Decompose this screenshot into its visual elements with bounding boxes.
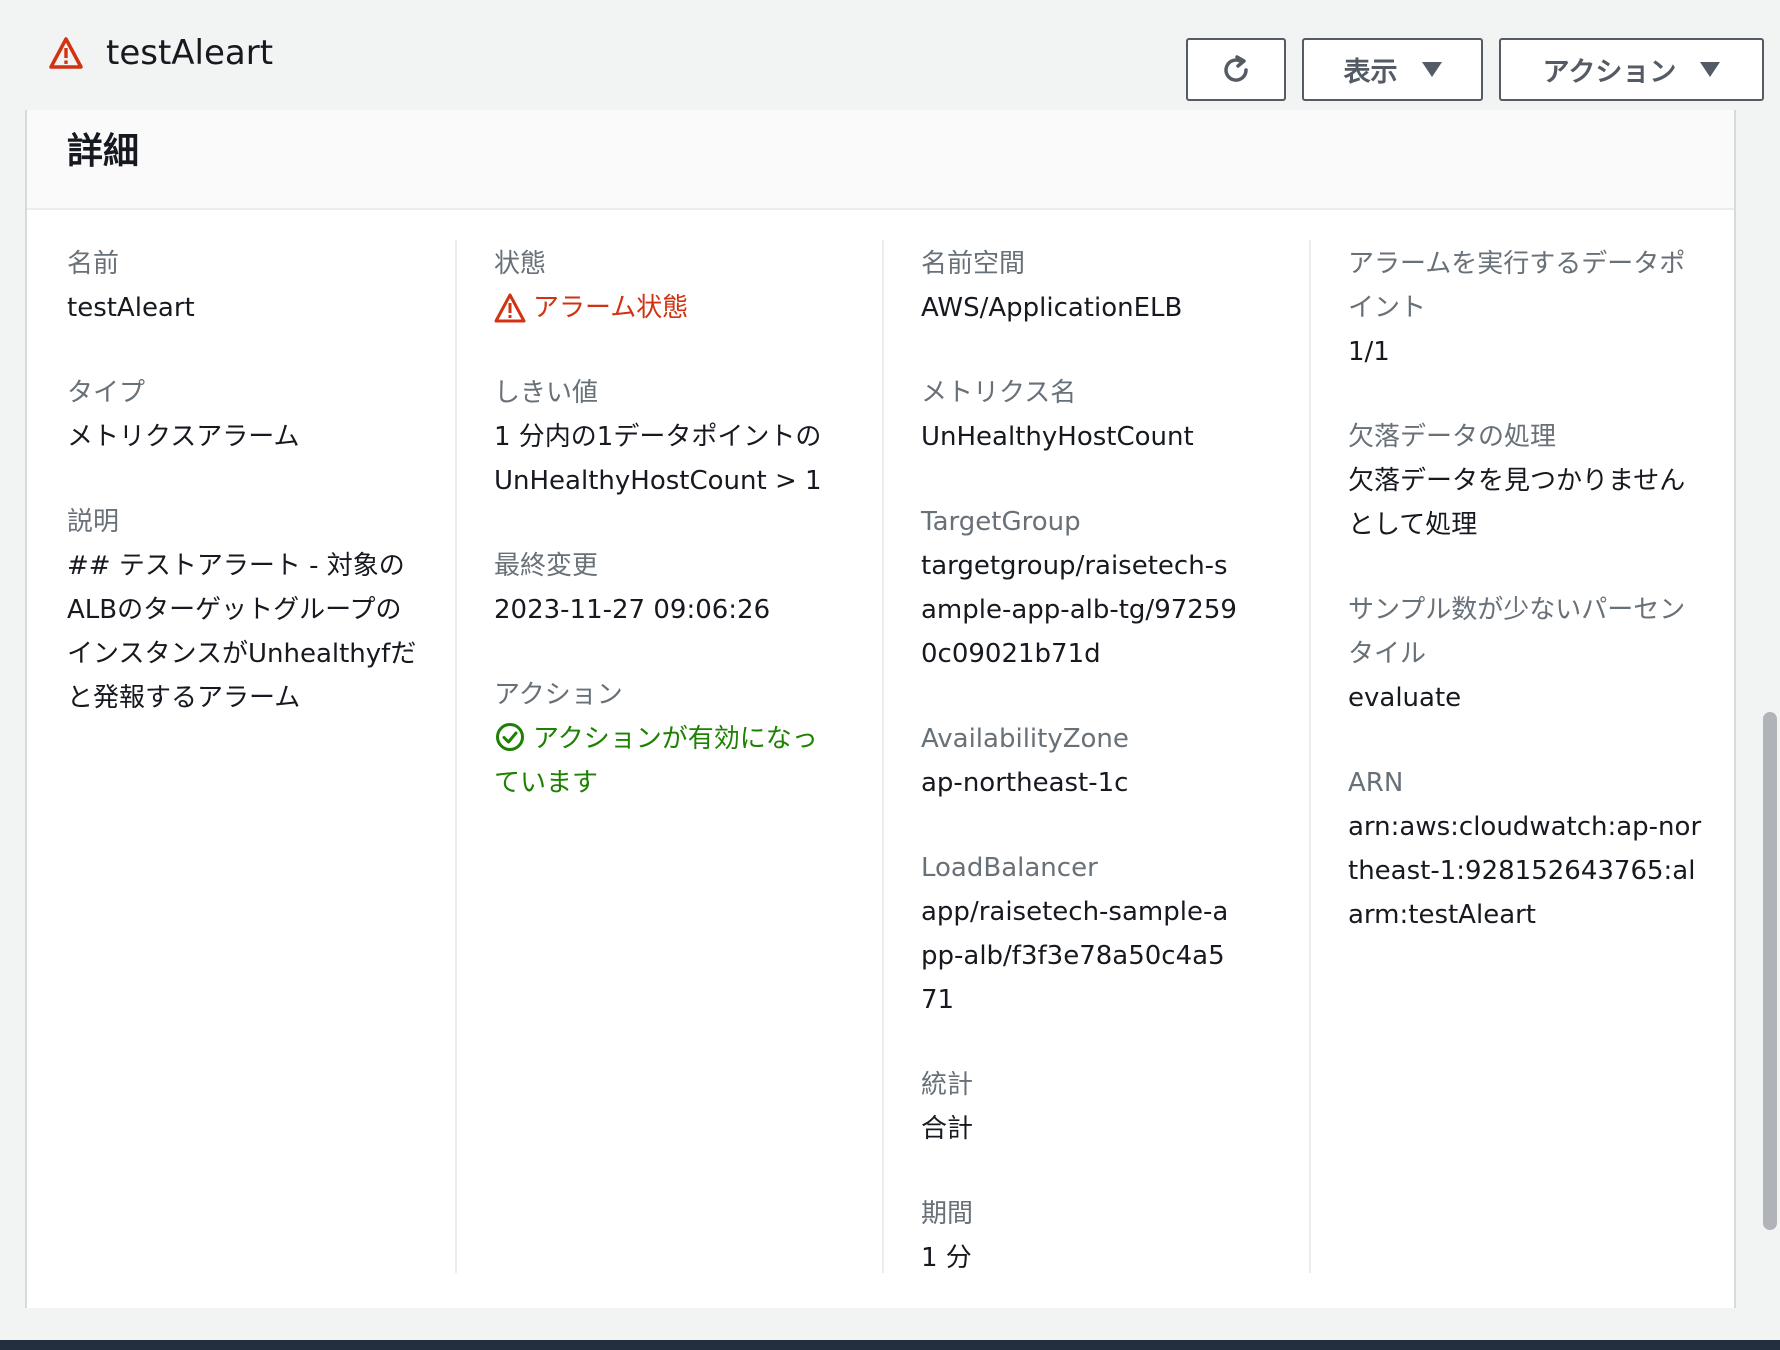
warning-icon <box>494 293 526 323</box>
field-value: 1 分 <box>921 1243 972 1273</box>
field-label: 統計 <box>921 1070 974 1100</box>
field-actions: アクション アクションが有効になっています <box>494 673 894 805</box>
warning-icon <box>49 37 83 69</box>
field-label: 最終変更 <box>494 551 599 581</box>
field-value: testAleart <box>67 293 195 323</box>
field-label: ARN <box>1348 768 1404 798</box>
actions-enabled-text: アクションが有効になっています <box>494 724 818 798</box>
field-metric-name: メトリクス名 UnHealthyHostCount <box>921 371 1321 459</box>
field-label: しきい値 <box>494 378 599 408</box>
field-type: タイプ メトリクスアラーム <box>67 371 467 459</box>
field-value: ## テストアラート - 対象のALBのターゲットグループのインスタンスがUnh… <box>67 551 417 713</box>
field-value: AWS/ApplicationELB <box>921 293 1183 323</box>
details-panel-header: 詳細 <box>27 110 1734 210</box>
alarm-detail-page: testAleart 表示 アクション 詳細 名前 testAleart タイプ… <box>0 0 1780 1350</box>
bottom-edge-bar <box>0 1340 1780 1350</box>
field-label: 名前 <box>67 249 120 279</box>
field-label: メトリクス名 <box>921 378 1077 408</box>
page-title: testAleart <box>106 33 274 73</box>
view-dropdown-button[interactable]: 表示 <box>1302 38 1483 101</box>
field-value: evaluate <box>1348 683 1462 713</box>
field-value: 欠落データを見つかりませんとして処理 <box>1348 466 1686 540</box>
alarm-status: アラーム状態 <box>494 286 894 330</box>
caret-down-icon <box>1421 62 1442 77</box>
check-circle-icon <box>496 723 524 751</box>
details-panel: 詳細 名前 testAleart タイプ メトリクスアラーム 説明 ## テスト… <box>25 110 1736 1308</box>
details-column-4: アラームを実行するデータポイント 1/1 欠落データの処理 欠落データを見つかり… <box>1348 242 1708 978</box>
actions-enabled-status: アクションが有効になっています <box>494 717 824 805</box>
field-namespace: 名前空間 AWS/ApplicationELB <box>921 242 1321 330</box>
field-label: 名前空間 <box>921 249 1026 279</box>
view-button-label: 表示 <box>1343 57 1398 88</box>
field-value: メトリクスアラーム <box>67 422 300 452</box>
refresh-button[interactable] <box>1186 38 1286 101</box>
field-last-modified: 最終変更 2023-11-27 09:06:26 <box>494 544 894 632</box>
actions-dropdown-button[interactable]: アクション <box>1499 38 1764 101</box>
field-label: アラームを実行するデータポイント <box>1348 249 1686 323</box>
field-value: app/raisetech-sample-app-alb/f3f3e78a50c… <box>921 897 1229 1015</box>
page-header: testAleart 表示 アクション <box>0 0 1780 110</box>
field-label: 欠落データの処理 <box>1348 422 1557 452</box>
field-label: 状態 <box>494 249 547 279</box>
field-missing-data: 欠落データの処理 欠落データを見つかりませんとして処理 <box>1348 415 1708 547</box>
field-value: targetgroup/raisetech-sample-app-alb-tg/… <box>921 551 1237 669</box>
field-label: LoadBalancer <box>921 853 1098 883</box>
section-title: 詳細 <box>67 131 140 172</box>
vertical-scrollbar[interactable] <box>1763 712 1777 1230</box>
details-column-2: 状態 アラーム状態 しきい値 1 分内の1データポイントのUnHealthyHo… <box>494 242 894 846</box>
field-state: 状態 アラーム状態 <box>494 242 894 330</box>
field-load-balancer: LoadBalancer app/raisetech-sample-app-al… <box>921 846 1321 1022</box>
details-column-1: 名前 testAleart タイプ メトリクスアラーム 説明 ## テストアラー… <box>67 242 467 761</box>
field-name: 名前 testAleart <box>67 242 467 330</box>
field-period: 期間 1 分 <box>921 1192 1321 1280</box>
field-description: 説明 ## テストアラート - 対象のALBのターゲットグループのインスタンスが… <box>67 500 467 720</box>
field-percentile: サンプル数が少ないパーセンタイル evaluate <box>1348 588 1708 720</box>
field-label: タイプ <box>67 378 146 408</box>
field-value: 1/1 <box>1348 337 1390 367</box>
field-availability-zone: AvailabilityZone ap-northeast-1c <box>921 717 1321 805</box>
field-value: 合計 <box>921 1114 974 1144</box>
field-label: AvailabilityZone <box>921 724 1129 754</box>
field-target-group: TargetGroup targetgroup/raisetech-sample… <box>921 500 1321 676</box>
field-statistic: 統計 合計 <box>921 1063 1321 1151</box>
field-value: 2023-11-27 09:06:26 <box>494 595 771 625</box>
details-column-3: 名前空間 AWS/ApplicationELB メトリクス名 UnHealthy… <box>921 242 1321 1321</box>
field-label: サンプル数が少ないパーセンタイル <box>1348 595 1686 669</box>
field-value: UnHealthyHostCount <box>921 422 1194 452</box>
field-label: アクション <box>494 680 623 710</box>
refresh-icon <box>1224 54 1248 82</box>
field-value: 1 分内の1データポイントのUnHealthyHostCount > 1 <box>494 422 822 496</box>
field-arn: ARN arn:aws:cloudwatch:ap-northeast-1:92… <box>1348 761 1708 937</box>
field-datapoints: アラームを実行するデータポイント 1/1 <box>1348 242 1708 374</box>
field-label: 説明 <box>67 507 120 537</box>
field-label: 期間 <box>921 1199 974 1229</box>
field-value: arn:aws:cloudwatch:ap-northeast-1:928152… <box>1348 812 1702 930</box>
actions-button-label: アクション <box>1542 57 1677 88</box>
field-label: TargetGroup <box>921 507 1081 537</box>
field-value: ap-northeast-1c <box>921 768 1129 798</box>
alarm-status-text: アラーム状態 <box>533 293 689 323</box>
field-threshold: しきい値 1 分内の1データポイントのUnHealthyHostCount > … <box>494 371 894 503</box>
caret-down-icon <box>1700 62 1721 77</box>
